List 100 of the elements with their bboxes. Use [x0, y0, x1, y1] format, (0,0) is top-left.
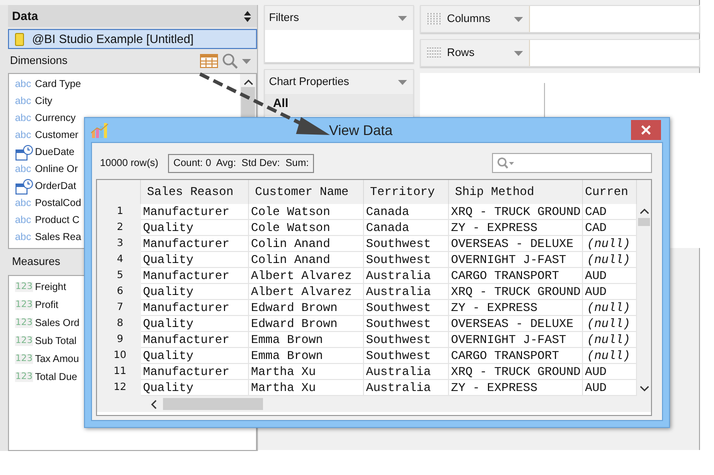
close-button[interactable] — [631, 120, 661, 140]
table-cell: Albert Alvarez — [249, 284, 364, 300]
type-label: 123 — [15, 336, 33, 346]
column-header[interactable]: Sales Reason — [141, 180, 249, 204]
table-cell: Edward Brown — [249, 316, 364, 332]
column-header[interactable]: Curren — [583, 180, 637, 204]
dimension-item[interactable]: abc PostalCod — [9, 195, 82, 212]
panel-title: Data — [12, 9, 38, 23]
dimension-item[interactable]: abc Customer — [9, 127, 78, 144]
table-cell: OVERNIGHT J-FAST — [449, 332, 583, 348]
dropdown-icon[interactable] — [398, 16, 407, 20]
dropdown-icon[interactable] — [514, 50, 523, 56]
row-number: 2 — [97, 220, 141, 236]
measure-item[interactable]: 123 Sales Ord — [9, 314, 80, 332]
table-cell: Southwest — [364, 300, 449, 316]
dimension-item[interactable]: abc Online Or — [9, 161, 78, 178]
table-cell: Australia — [364, 268, 449, 284]
measure-item[interactable]: 123 Sub Total — [9, 332, 77, 350]
dimension-item[interactable]: OrderDat — [9, 178, 76, 195]
database-icon — [15, 32, 24, 46]
table-cell: Cole Watson — [249, 204, 364, 220]
row-number: 6 — [97, 284, 141, 300]
dropdown-icon[interactable] — [242, 58, 251, 64]
measure-item[interactable]: 123 Profit — [9, 296, 58, 314]
table-cell: Australia — [364, 284, 449, 300]
section-title: Measures — [12, 256, 60, 268]
table-cell: Colin Anand — [249, 252, 364, 268]
type-label: abc — [15, 79, 32, 90]
type-label: 123 — [15, 318, 33, 328]
table-cell: Emma Brown — [249, 348, 364, 364]
table-cell: Southwest — [364, 316, 449, 332]
table-cell: Canada — [364, 204, 449, 220]
table-cell: Manufacturer — [141, 332, 249, 348]
search-field[interactable] — [492, 153, 652, 173]
data-source-item[interactable]: @BI Studio Example [Untitled] — [8, 29, 257, 49]
table-cell: XRQ - TRUCK GROUND — [449, 284, 583, 300]
measure-item[interactable]: 123 Total Due — [9, 368, 78, 386]
row-number: 11 — [97, 364, 141, 380]
dimension-item[interactable]: abc Product C — [9, 212, 80, 229]
type-label: abc — [15, 96, 32, 107]
search-icon[interactable] — [222, 53, 238, 69]
table-cell: Colin Anand — [249, 236, 364, 252]
type-label: abc — [15, 113, 32, 124]
row-number: 5 — [97, 268, 141, 284]
dimension-item[interactable]: DueDate — [9, 144, 74, 161]
table-cell: Quality — [141, 220, 249, 236]
dimension-item[interactable]: abc City — [9, 93, 52, 110]
scroll-thumb[interactable] — [638, 218, 650, 226]
table-cell: Albert Alvarez — [249, 268, 364, 284]
dialog-title: View Data — [329, 122, 393, 138]
scroll-thumb[interactable] — [163, 398, 263, 410]
dropdown-icon[interactable] — [398, 80, 407, 84]
table-cell: Quality — [141, 284, 249, 300]
table-cell: Canada — [364, 220, 449, 236]
row-number: 9 — [97, 332, 141, 348]
measure-item[interactable]: 123 Tax Amou — [9, 350, 79, 368]
section-header: All — [265, 94, 413, 116]
table-cell: Manufacturer — [141, 300, 249, 316]
table-cell: Quality — [141, 316, 249, 332]
type-label: abc — [15, 130, 32, 141]
dropdown-icon[interactable] — [514, 16, 523, 22]
row-number: 1 — [97, 204, 141, 220]
dimension-item[interactable]: abc Card Type — [9, 76, 81, 93]
table-cell: Quality — [141, 348, 249, 364]
table-cell: ZY - EXPRESS — [449, 220, 583, 236]
shelf[interactable]: Rows — [420, 39, 700, 67]
type-label: abc — [15, 164, 32, 175]
row-number: 10 — [97, 348, 141, 364]
table-cell: CARGO TRANSPORT — [449, 348, 583, 364]
calendar-clock-icon — [15, 144, 33, 160]
row-number: 12 — [97, 380, 141, 396]
type-label: abc — [15, 198, 32, 209]
table-cell: XRQ - TRUCK GROUND — [449, 364, 583, 380]
table-cell: Southwest — [364, 236, 449, 252]
dimension-item[interactable]: abc Sales Rea — [9, 229, 82, 246]
corner-header — [97, 180, 141, 204]
table-icon[interactable] — [200, 54, 218, 68]
statistics-box: Count: 0 Avg: Std Dev: Sum: — [168, 154, 314, 172]
column-header[interactable]: Territory — [364, 180, 449, 204]
type-label: 123 — [15, 300, 33, 310]
row-number: 7 — [97, 300, 141, 316]
horizontal-scrollbar[interactable] — [97, 396, 651, 412]
shelf[interactable]: Columns — [420, 5, 700, 33]
column-header[interactable]: Ship Method — [449, 180, 583, 204]
columns-icon — [427, 13, 441, 25]
calendar-clock-icon — [15, 178, 33, 194]
sort-icon[interactable] — [244, 10, 251, 22]
vertical-scrollbar[interactable] — [637, 180, 651, 396]
row-count: 10000 row(s) — [100, 158, 158, 168]
measure-item[interactable]: 123 Freight — [9, 278, 66, 296]
dimension-item[interactable]: abc Currency — [9, 110, 76, 127]
type-label: 123 — [15, 372, 33, 382]
column-header[interactable]: Customer Name — [249, 180, 364, 204]
row-number: 3 — [97, 236, 141, 252]
panel-title: Filters — [269, 12, 299, 24]
type-label: 123 — [15, 282, 33, 292]
close-icon — [641, 125, 651, 135]
type-label: abc — [15, 232, 32, 243]
table-cell: Australia — [364, 364, 449, 380]
table-cell: CARGO TRANSPORT — [449, 268, 583, 284]
